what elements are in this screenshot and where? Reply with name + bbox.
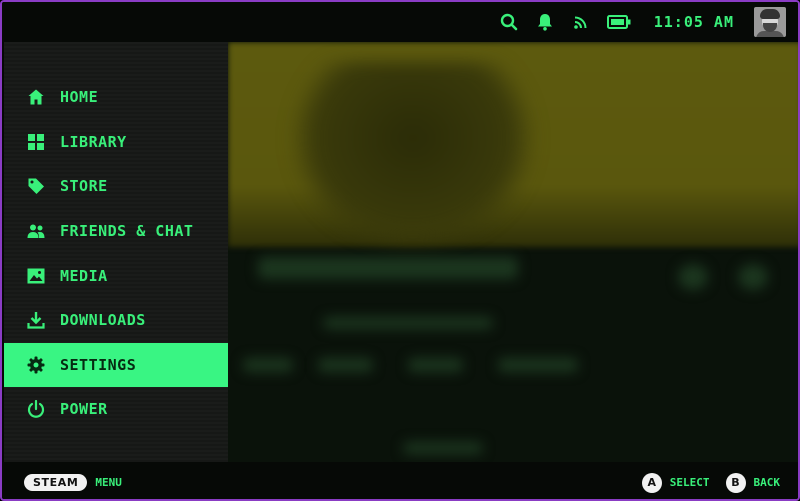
- blurred-text: [403, 442, 483, 454]
- background-content: [228, 42, 798, 462]
- select-hint[interactable]: A SELECT: [641, 472, 710, 493]
- battery-icon[interactable]: [606, 11, 632, 33]
- home-icon: [26, 87, 46, 107]
- blurred-button: [678, 264, 708, 290]
- avatar-hair: [760, 9, 780, 19]
- bell-icon[interactable]: [534, 11, 556, 33]
- sidebar-item-settings[interactable]: SETTINGS: [4, 342, 228, 388]
- sidebar-item-label: STORE: [60, 177, 108, 196]
- steam-button[interactable]: STEAM: [24, 474, 88, 491]
- sidebar-item-library[interactable]: LIBRARY: [4, 120, 228, 165]
- blurred-text: [323, 317, 493, 329]
- avatar[interactable]: [754, 7, 786, 37]
- bottom-hint-bar: STEAM MENU A SELECT B BACK: [2, 462, 798, 499]
- people-icon: [26, 221, 46, 241]
- blurred-tab: [318, 358, 373, 372]
- sidebar-item-label: POWER: [60, 400, 108, 419]
- gear-icon: [26, 355, 46, 375]
- clock: 11:05 AM: [653, 13, 734, 31]
- grid-icon: [26, 132, 46, 152]
- select-hint-label: SELECT: [669, 476, 710, 489]
- sidebar-item-power[interactable]: POWER: [4, 387, 228, 432]
- search-icon[interactable]: [498, 11, 520, 33]
- wifi-icon[interactable]: [570, 11, 592, 33]
- sidebar-item-label: MEDIA: [60, 266, 108, 285]
- blurred-button: [738, 264, 768, 290]
- power-icon: [26, 399, 46, 419]
- download-icon: [26, 310, 46, 330]
- sidebar-item-home[interactable]: HOME: [4, 75, 228, 120]
- sidebar-item-downloads[interactable]: DOWNLOADS: [4, 298, 228, 343]
- sidebar-item-label: SETTINGS: [60, 355, 137, 374]
- blurred-tab: [243, 358, 293, 372]
- main-menu-sidebar: HOME LIBRARY STORE FRIENDS & CHAT MEDIA: [4, 42, 228, 462]
- tag-icon: [26, 176, 46, 196]
- sidebar-item-media[interactable]: MEDIA: [4, 253, 228, 298]
- sidebar-item-label: HOME: [60, 88, 99, 107]
- sidebar-item-friends-chat[interactable]: FRIENDS & CHAT: [4, 209, 228, 254]
- sidebar-item-label: DOWNLOADS: [60, 311, 146, 330]
- blurred-tab: [498, 358, 578, 372]
- a-button[interactable]: A: [641, 472, 662, 493]
- blurred-title: [258, 257, 518, 279]
- sidebar-item-store[interactable]: STORE: [4, 164, 228, 209]
- blurred-tab: [408, 358, 463, 372]
- top-bar: 11:05 AM: [2, 2, 798, 42]
- sidebar-item-label: LIBRARY: [60, 132, 127, 151]
- app-frame: 11:05 AM HOME LIBRARY STORE FRIENDS & CH…: [0, 0, 800, 501]
- hero-silhouette: [288, 62, 538, 252]
- sidebar-item-label: FRIENDS & CHAT: [60, 222, 194, 241]
- image-icon: [26, 266, 46, 286]
- back-hint[interactable]: B BACK: [725, 472, 781, 493]
- back-hint-label: BACK: [753, 476, 781, 489]
- menu-hint-label: MENU: [95, 476, 122, 489]
- b-button[interactable]: B: [725, 472, 746, 493]
